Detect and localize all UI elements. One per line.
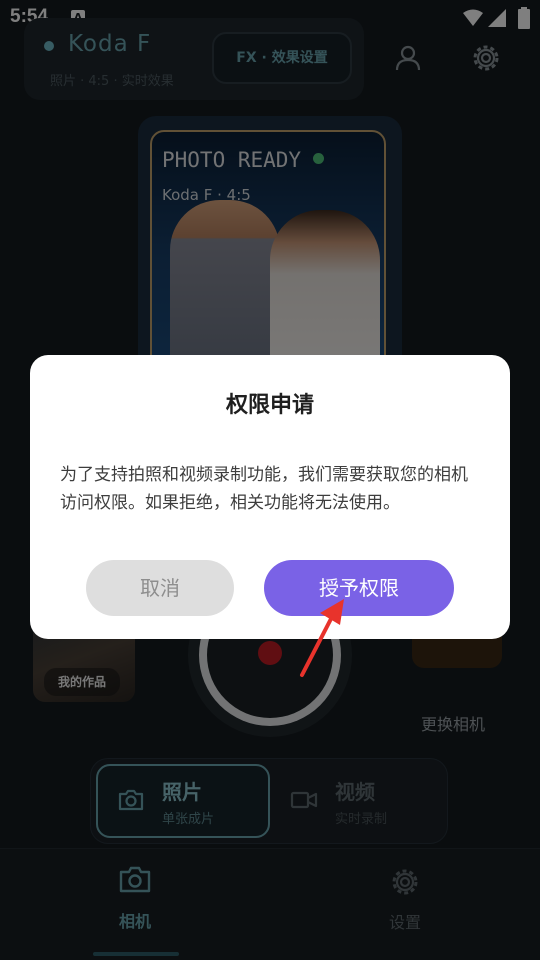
annotation-arrow-icon [300,599,344,677]
dialog-title: 权限申请 [225,393,314,418]
cancel-button[interactable]: 取消 [86,560,234,616]
dialog-message: 为了支持拍照和视频录制功能，我们需要获取您的相机访问权限。如果拒绝，相关功能将无… [60,465,468,513]
